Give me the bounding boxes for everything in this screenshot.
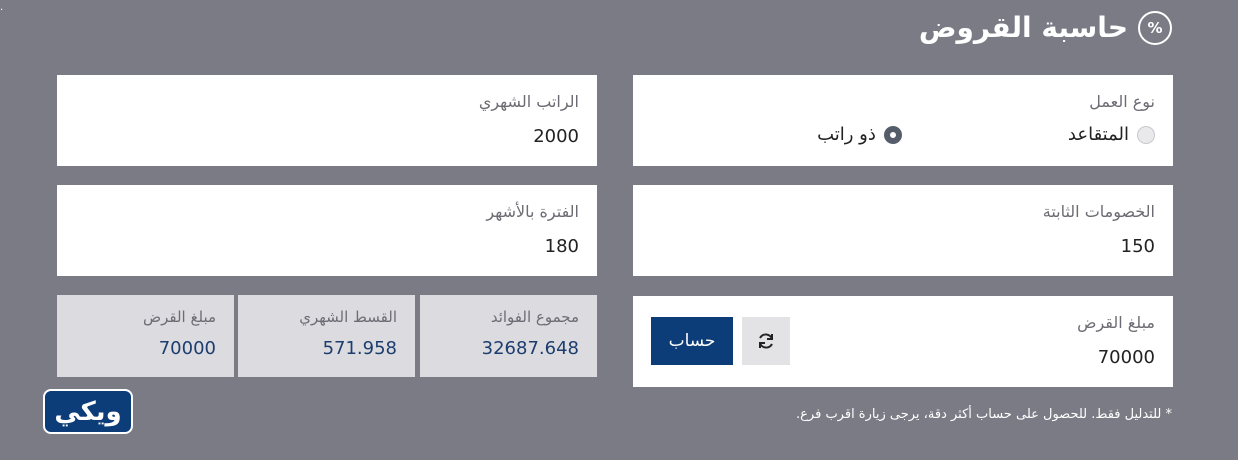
salary-label: الراتب الشهري — [478, 92, 579, 111]
work-type-card: نوع العمل المتقاعد ذو راتب — [633, 75, 1173, 166]
page-title-text: حاسبة القروض — [918, 11, 1128, 44]
deductions-label: الخصومات الثابتة — [1042, 202, 1155, 221]
period-label: الفترة بالأشهر — [486, 202, 579, 221]
page-title: % حاسبة القروض — [919, 10, 1172, 46]
result-label: مجموع الفوائد — [490, 308, 579, 326]
site-logo[interactable]: ويكي — [43, 389, 133, 434]
corner-mark: · — [0, 5, 4, 16]
result-value: 571.958 — [322, 338, 397, 359]
deductions-field[interactable]: الخصومات الثابتة 150 — [633, 185, 1173, 276]
period-field[interactable]: الفترة بالأشهر 180 — [57, 185, 597, 276]
work-type-option-retired[interactable]: المتقاعد — [1068, 123, 1155, 147]
percent-icon: % — [1138, 11, 1172, 45]
radio-retired[interactable] — [1137, 126, 1155, 144]
result-label: القسط الشهري — [299, 308, 397, 326]
reset-button[interactable] — [742, 317, 790, 365]
disclaimer-note: * للتدليل فقط. للحصول على حساب أكثر دقة،… — [796, 407, 1172, 422]
result-loan-amount: مبلغ القرض 70000 — [57, 295, 234, 377]
result-total-interest: مجموع الفوائد 32687.648 — [420, 295, 597, 377]
salary-field[interactable]: الراتب الشهري 2000 — [57, 75, 597, 166]
result-monthly-installment: القسط الشهري 571.958 — [238, 295, 415, 377]
period-input[interactable]: 180 — [75, 235, 579, 259]
work-type-label: نوع العمل — [1089, 92, 1155, 111]
radio-salaried-label: ذو راتب — [817, 124, 876, 145]
logo-text: ويكي — [54, 396, 122, 427]
radio-retired-label: المتقاعد — [1067, 124, 1129, 145]
result-value: 70000 — [158, 338, 216, 359]
deductions-input[interactable]: 150 — [651, 235, 1155, 259]
result-label: مبلغ القرض — [142, 308, 216, 326]
calculate-button[interactable]: حساب — [651, 317, 733, 365]
work-type-option-salaried[interactable]: ذو راتب — [817, 123, 902, 147]
salary-input[interactable]: 2000 — [75, 125, 579, 149]
radio-salaried[interactable] — [883, 126, 902, 144]
refresh-icon — [759, 333, 773, 349]
result-value: 32687.648 — [481, 338, 579, 359]
work-type-radio-group: المتقاعد ذو راتب — [651, 123, 1155, 147]
